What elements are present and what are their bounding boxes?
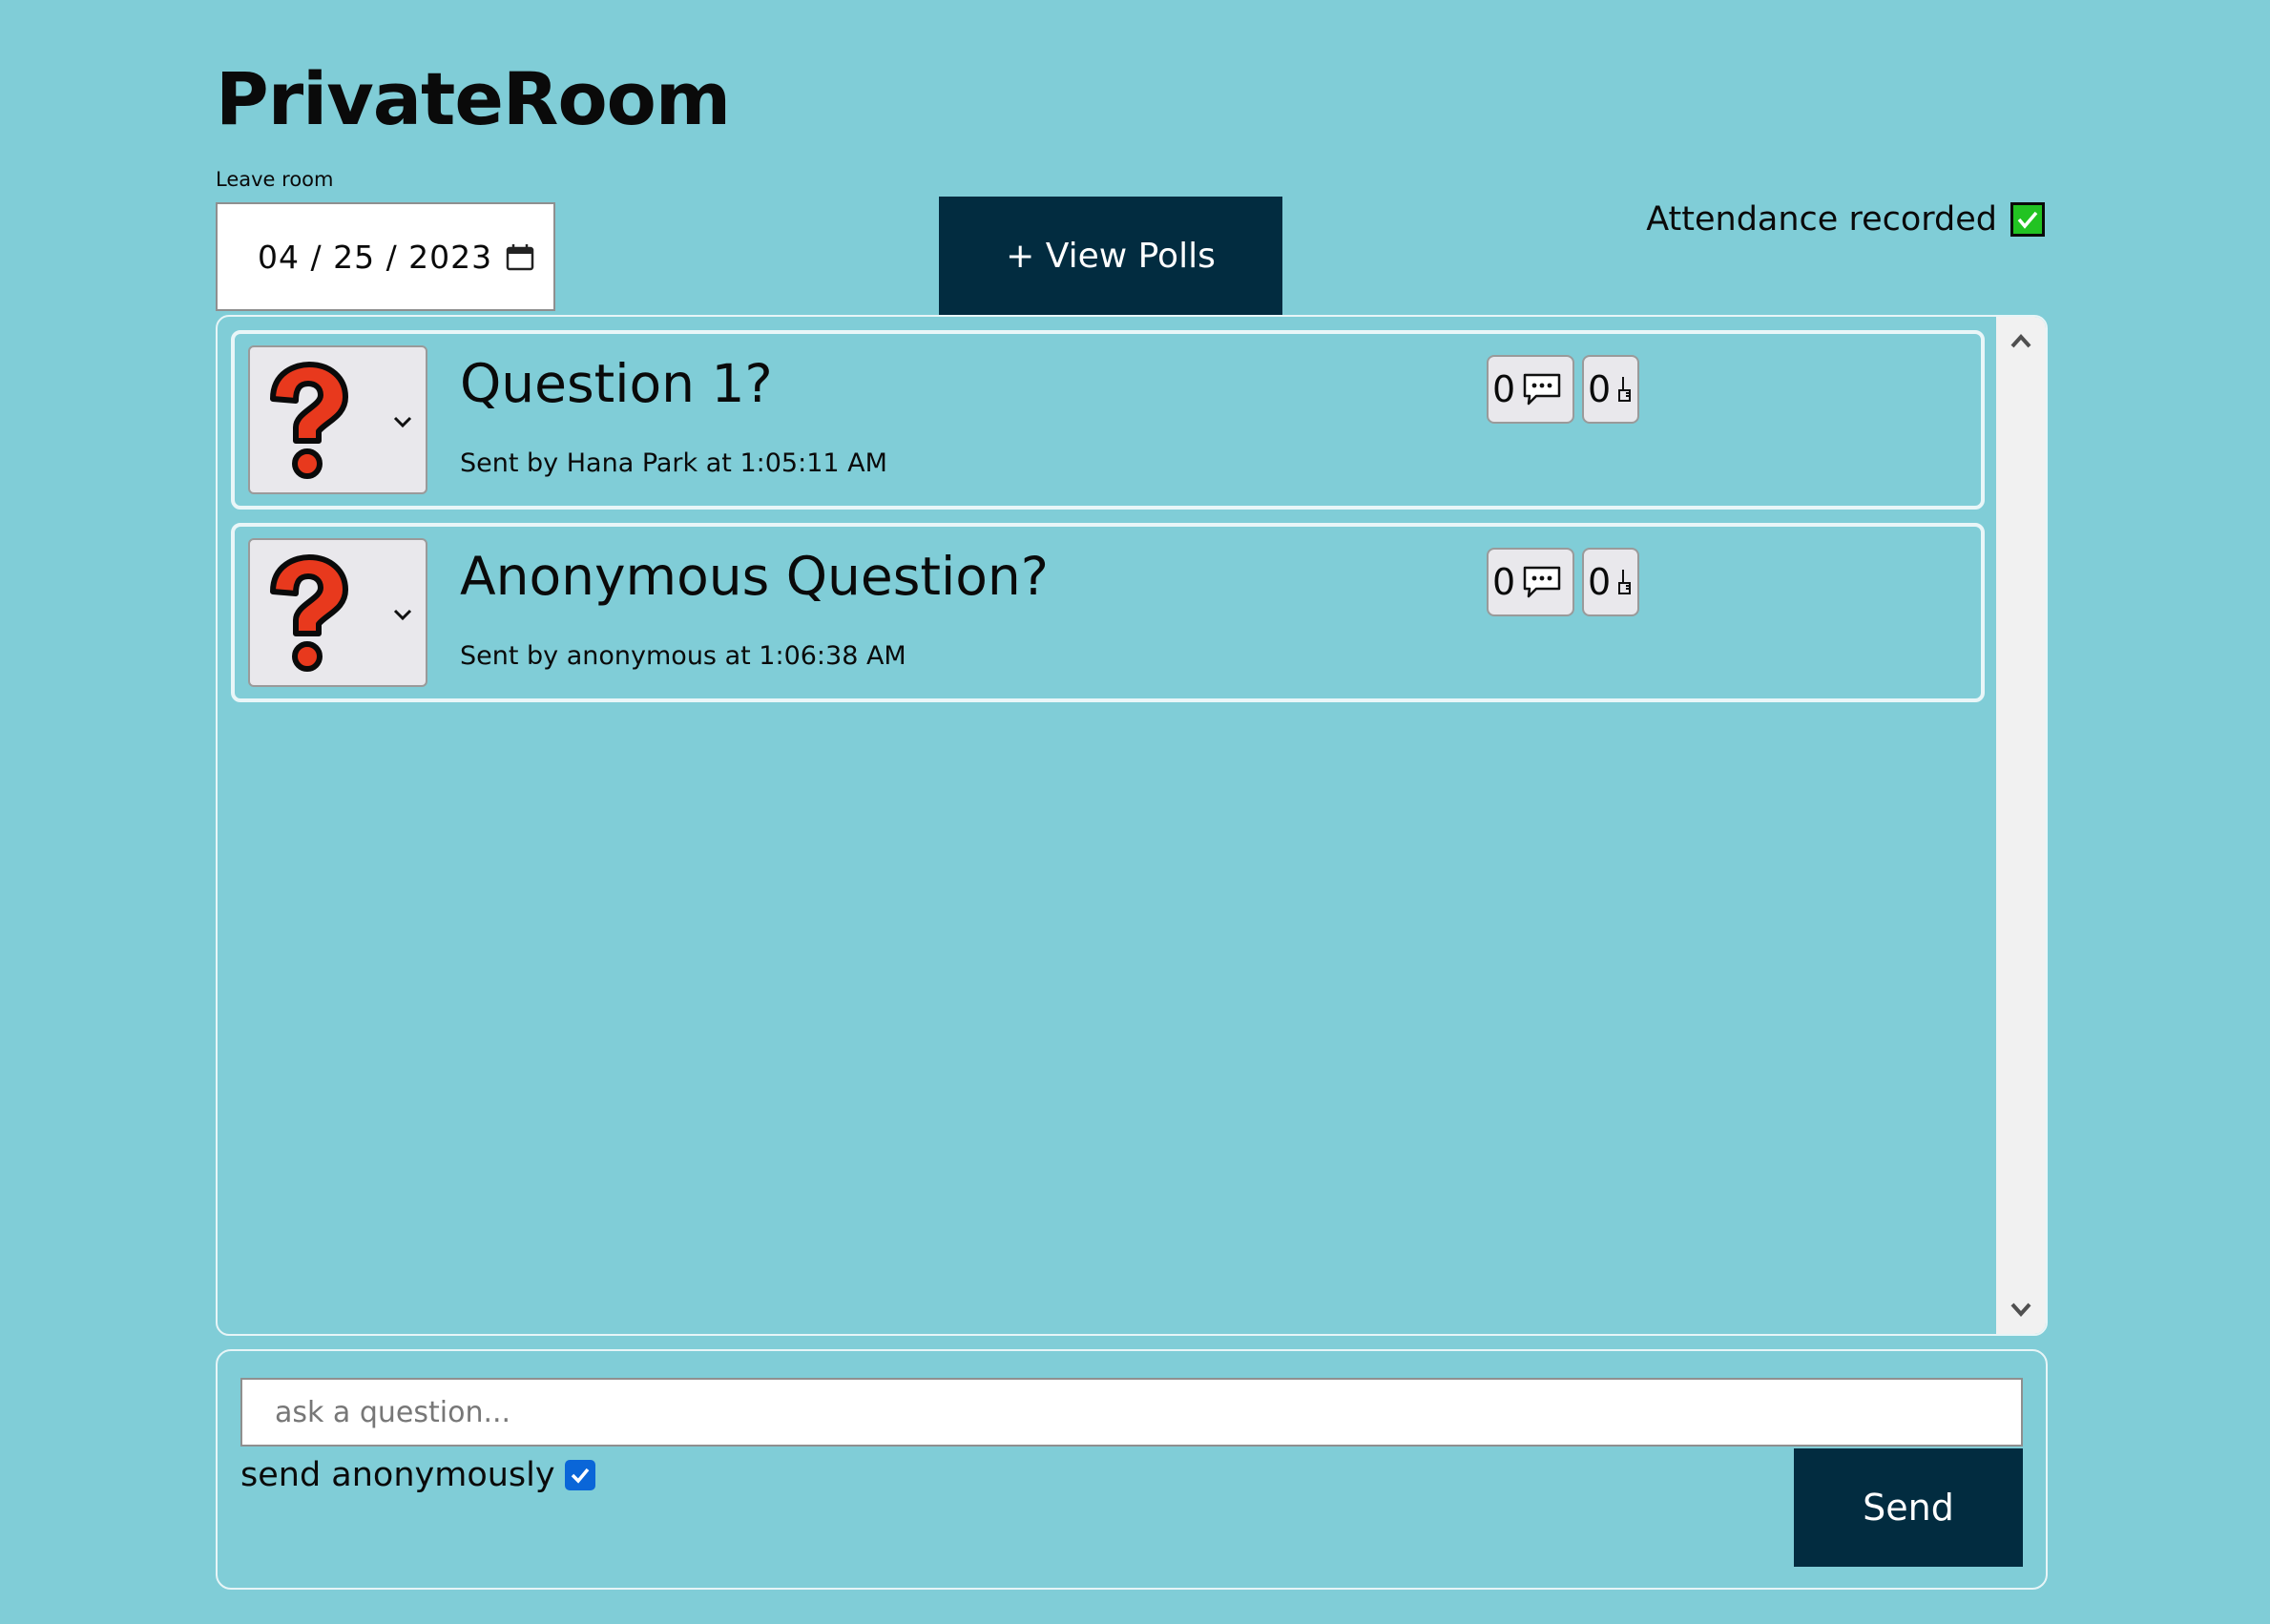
anonymous-label: send anonymously (240, 1456, 555, 1494)
question-feed[interactable]: Question 1? Sent by Hana Park at 1:05:11… (216, 315, 2048, 1336)
question-mark-icon (270, 554, 348, 672)
check-icon (571, 1468, 589, 1484)
question-card: Anonymous Question? Sent by anonymous at… (231, 523, 1985, 702)
speech-bubble-icon (1523, 373, 1561, 406)
replies-button[interactable]: 0 (1487, 548, 1574, 616)
feed-scrollbar[interactable] (1996, 317, 2046, 1334)
calendar-icon[interactable] (506, 242, 534, 271)
upvote-count: 0 (1588, 368, 1612, 410)
page-title: PrivateRoom (216, 56, 731, 141)
attendance-check-icon (2010, 202, 2045, 237)
private-room-page: PrivateRoom Leave room 04 / 25 / 2023 + … (0, 0, 2270, 1624)
chevron-down-icon (393, 609, 412, 621)
question-type-dropdown[interactable] (248, 538, 427, 687)
leave-room-link[interactable]: Leave room (216, 168, 333, 191)
question-title: Anonymous Question? (460, 546, 1049, 607)
question-type-dropdown[interactable] (248, 345, 427, 494)
date-picker[interactable]: 04 / 25 / 2023 (216, 202, 555, 311)
attendance-label: Attendance recorded (1646, 200, 1997, 239)
question-card: Question 1? Sent by Hana Park at 1:05:11… (231, 330, 1985, 510)
send-button[interactable]: Send (1794, 1448, 2023, 1567)
compose-panel: send anonymously Send (216, 1349, 2048, 1590)
question-title: Question 1? (460, 353, 773, 414)
chevron-down-icon (393, 416, 412, 428)
question-mark-icon (270, 362, 348, 479)
scroll-up-icon[interactable] (2008, 328, 2034, 355)
attendance-status: Attendance recorded (1646, 200, 2045, 239)
upvote-count: 0 (1588, 561, 1612, 603)
anonymous-checkbox[interactable] (564, 1460, 595, 1490)
replies-button[interactable]: 0 (1487, 355, 1574, 424)
question-meta: Sent by anonymous at 1:06:38 AM (460, 641, 906, 671)
date-value: 04 / 25 / 2023 (258, 238, 493, 276)
raised-hand-icon (1618, 377, 1632, 402)
view-polls-button[interactable]: + View Polls (939, 197, 1282, 315)
replies-count: 0 (1492, 368, 1516, 410)
anonymous-toggle[interactable]: send anonymously (240, 1456, 595, 1494)
question-input[interactable] (240, 1378, 2023, 1447)
upvote-button[interactable]: 0 (1582, 548, 1639, 616)
speech-bubble-icon (1523, 566, 1561, 598)
raised-hand-icon (1618, 570, 1632, 594)
replies-count: 0 (1492, 561, 1516, 603)
scroll-down-icon[interactable] (2008, 1296, 2034, 1322)
upvote-button[interactable]: 0 (1582, 355, 1639, 424)
question-meta: Sent by Hana Park at 1:05:11 AM (460, 448, 887, 478)
